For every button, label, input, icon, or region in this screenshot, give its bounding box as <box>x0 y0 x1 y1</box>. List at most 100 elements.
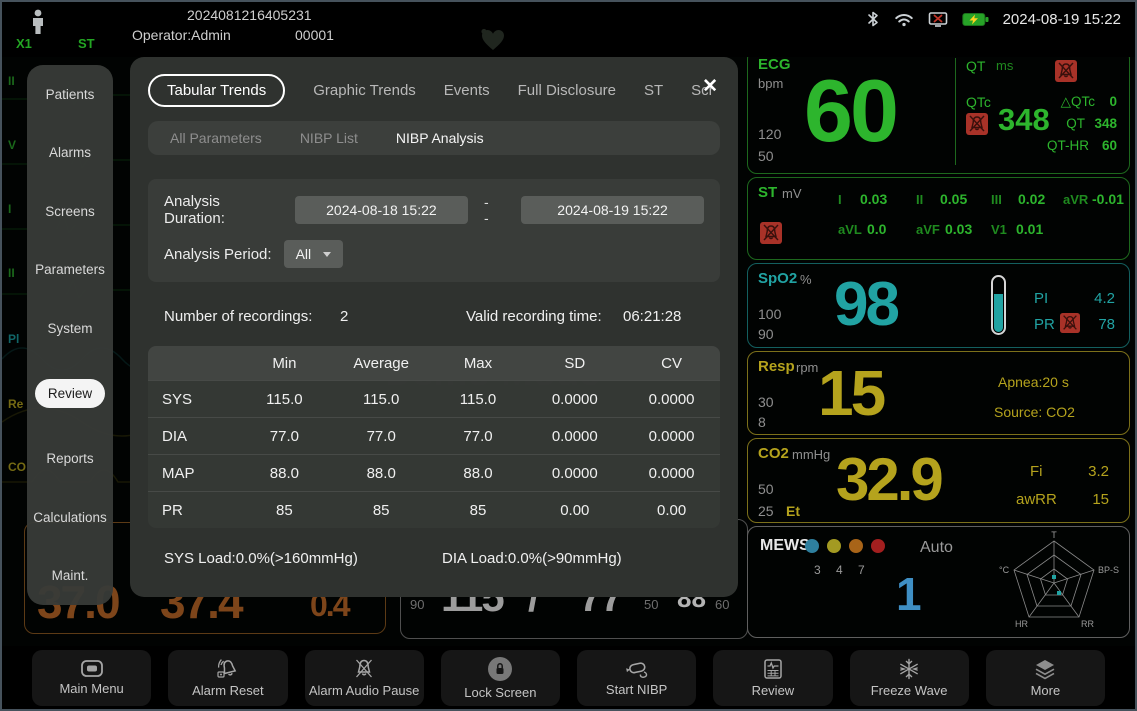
pi-label: PI <box>1034 290 1048 307</box>
table-row-sys: SYS 115.0115.0 115.00.0000 0.0000 <box>148 380 720 417</box>
alarm-reset-button[interactable]: Alarm Reset <box>168 650 287 706</box>
nibp-cuff-icon <box>624 659 650 679</box>
spo2-perfusion-bar <box>991 275 1006 335</box>
dqtc-value: 0 <box>1109 94 1117 109</box>
more-button[interactable]: More <box>986 650 1105 706</box>
sidebar-item-patients[interactable]: Patients <box>46 87 95 102</box>
sidebar-item-screens[interactable]: Screens <box>45 204 95 219</box>
start-nibp-label: Start NIBP <box>606 682 667 697</box>
load-summary-row: SYS Load:0.0%(>160mmHg) DIA Load:0.0%(>9… <box>148 550 720 570</box>
col-cv: CV <box>623 355 720 372</box>
spo2-unit: % <box>800 272 812 287</box>
quick-action-toolbar: Main Menu Alarm Reset Alarm Audio Pause <box>2 646 1135 709</box>
mews-level-dot-2 <box>827 539 841 553</box>
resp-panel[interactable]: Resp rpm 30 8 15 Apnea:20 s Source: CO2 <box>747 351 1130 435</box>
st-panel[interactable]: ST mV I 0.03 II 0.05 III 0.02 aVR -0.01 … <box>747 177 1130 260</box>
top-status-bar: 2024081216405231 Operator:Admin 00001 X1… <box>2 2 1135 57</box>
snowflake-icon <box>898 658 920 680</box>
ecg-limit-high: 120 <box>758 126 781 142</box>
pr-alarm-off-icon <box>1060 313 1080 333</box>
sidebar-item-alarms[interactable]: Alarms <box>49 145 91 160</box>
nibp-analysis-table: Min Average Max SD CV SYS 115.0115.0 115… <box>148 346 720 528</box>
review-tabs: Tabular Trends Graphic Trends Events Ful… <box>148 71 720 109</box>
mews-score-value: 1 <box>896 567 922 621</box>
fi-value: 3.2 <box>1088 463 1109 480</box>
co2-unit: mmHg <box>792 447 830 462</box>
col-min: Min <box>236 355 333 372</box>
freeze-wave-button[interactable]: Freeze Wave <box>850 650 969 706</box>
tab-graphic-trends[interactable]: Graphic Trends <box>313 82 416 99</box>
subtab-nibp-list[interactable]: NIBP List <box>300 130 358 146</box>
alarm-audio-pause-icon <box>352 658 376 680</box>
sidebar-item-system[interactable]: System <box>47 321 92 336</box>
sidebar-item-calculations[interactable]: Calculations <box>33 510 107 525</box>
tab-tabular-trends[interactable]: Tabular Trends <box>148 74 285 107</box>
review-button[interactable]: Review <box>713 650 832 706</box>
datetime-display: 2024-08-19 15:22 <box>1003 11 1121 28</box>
analysis-period-label: Analysis Period: <box>164 246 272 263</box>
review-label: Review <box>752 683 795 698</box>
lock-screen-button[interactable]: Lock Screen <box>441 650 560 706</box>
bed-number: 00001 <box>295 27 334 43</box>
main-menu-button[interactable]: Main Menu <box>32 650 151 706</box>
alarm-reset-label: Alarm Reset <box>192 683 264 698</box>
resp-value: 15 <box>818 354 883 432</box>
co2-panel[interactable]: CO2 mmHg 50 25 Et 32.9 Fi 3.2 awRR 15 <box>747 438 1130 523</box>
alarm-reset-icon <box>216 658 240 680</box>
valid-time-value: 06:21:28 <box>623 308 681 325</box>
date-range-separator: -- <box>484 194 493 226</box>
dia-load-text: DIA Load:0.0%(>90mmHg) <box>442 550 622 567</box>
awrr-label: awRR <box>1016 491 1057 508</box>
recordings-summary-row: Number of recordings: 2 Valid recording … <box>148 308 720 328</box>
qt-value: 348 <box>1094 116 1117 131</box>
spo2-limit-high: 100 <box>758 306 781 322</box>
subtab-nibp-analysis[interactable]: NIBP Analysis <box>396 130 484 146</box>
main-menu-sidebar: Patients Alarms Screens Parameters Syste… <box>27 65 113 605</box>
analysis-duration-label: Analysis Duration: <box>164 193 283 227</box>
start-nibp-button[interactable]: Start NIBP <box>577 650 696 706</box>
review-icon <box>762 658 784 680</box>
mews-label: MEWS <box>760 537 810 555</box>
analysis-period-select[interactable]: All <box>284 240 344 268</box>
resp-source: Source: CO2 <box>994 404 1075 420</box>
st-value-iii: 0.02 <box>1018 191 1045 207</box>
tab-st[interactable]: ST <box>644 82 663 99</box>
patient-monitor-screen: II V I II Pl Re CO 37.0 37.4 0.4 16090 1… <box>0 0 1137 711</box>
spo2-value: 98 <box>834 268 897 342</box>
wave-label-ii: II <box>8 74 15 88</box>
ecg-qt-divider <box>955 58 956 165</box>
close-icon[interactable]: ✕ <box>702 75 718 98</box>
valid-time-label: Valid recording time: <box>466 308 602 325</box>
sidebar-item-parameters[interactable]: Parameters <box>35 262 105 277</box>
patient-id[interactable]: 2024081216405231 <box>187 7 312 23</box>
ecg-panel[interactable]: ECG bpm 120 50 60 QT ms QTc 348 △QTc 0 Q… <box>747 49 1130 174</box>
co2-limit-high: 50 <box>758 481 774 497</box>
sidebar-item-reports[interactable]: Reports <box>46 451 93 466</box>
mews-level-dot-4 <box>871 539 885 553</box>
wave-label-resp: Re <box>8 397 23 411</box>
alarm-audio-pause-button[interactable]: Alarm Audio Pause <box>305 650 424 706</box>
tab-events[interactable]: Events <box>444 82 490 99</box>
st-value-avl: 0.0 <box>867 221 886 237</box>
spo2-panel[interactable]: SpO2 % 100 90 98 PI 4.2 PR 78 <box>747 263 1130 348</box>
st-alarm-off-icon <box>760 222 782 244</box>
sidebar-item-maint[interactable]: Maint. <box>52 568 89 583</box>
operator-label: Operator:Admin <box>132 27 231 43</box>
analysis-end-datetime-field[interactable]: 2024-08-19 15:22 <box>521 196 704 224</box>
sidebar-item-review[interactable]: Review <box>35 379 105 408</box>
sys-load-text: SYS Load:0.0%(>160mmHg) <box>164 550 358 567</box>
mews-level-dot-1 <box>805 539 819 553</box>
patient-icon[interactable] <box>30 9 46 35</box>
svg-text:RR: RR <box>1081 619 1094 629</box>
st-lead-avr: aVR <box>1063 192 1088 207</box>
st-lead-avl: aVL <box>838 222 862 237</box>
spo2-limit-low: 90 <box>758 326 774 342</box>
tab-full-disclosure[interactable]: Full Disclosure <box>518 82 616 99</box>
col-max: Max <box>430 355 527 372</box>
mews-panel[interactable]: MEWS 3 4 7 Auto 1 T <box>747 526 1130 638</box>
subtab-all-parameters[interactable]: All Parameters <box>170 130 262 146</box>
analysis-start-datetime-field[interactable]: 2024-08-18 15:22 <box>295 196 468 224</box>
analysis-period-value: All <box>296 246 312 262</box>
st-lead-i: I <box>838 192 842 207</box>
st-unit: mV <box>782 186 802 201</box>
